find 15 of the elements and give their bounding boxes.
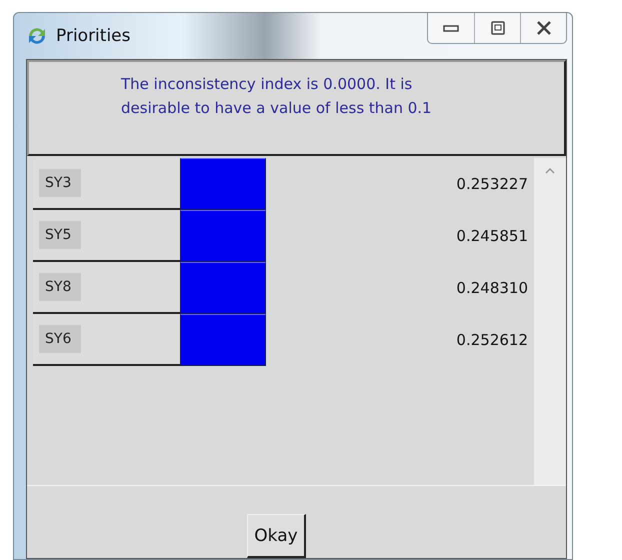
minimize-icon: [443, 23, 459, 33]
priority-value: 0.248310: [455, 279, 529, 297]
okay-button[interactable]: Okay: [247, 514, 306, 558]
priority-value: 0.245851: [455, 227, 529, 245]
row-name: SY5: [39, 221, 82, 249]
row-name: SY6: [39, 325, 82, 353]
priority-value: 0.253227: [455, 175, 529, 193]
row-name: SY8: [39, 273, 82, 301]
row-name: SY3: [39, 169, 82, 197]
window-title: Priorities: [56, 26, 132, 46]
priority-value: 0.252612: [455, 331, 529, 349]
message-text: The inconsistency index is 0.0000. It is desirable to have a value of less than 0.1: [121, 74, 433, 119]
maximize-icon: [490, 20, 506, 36]
close-icon: [536, 20, 552, 36]
scrollbar[interactable]: [534, 158, 566, 485]
